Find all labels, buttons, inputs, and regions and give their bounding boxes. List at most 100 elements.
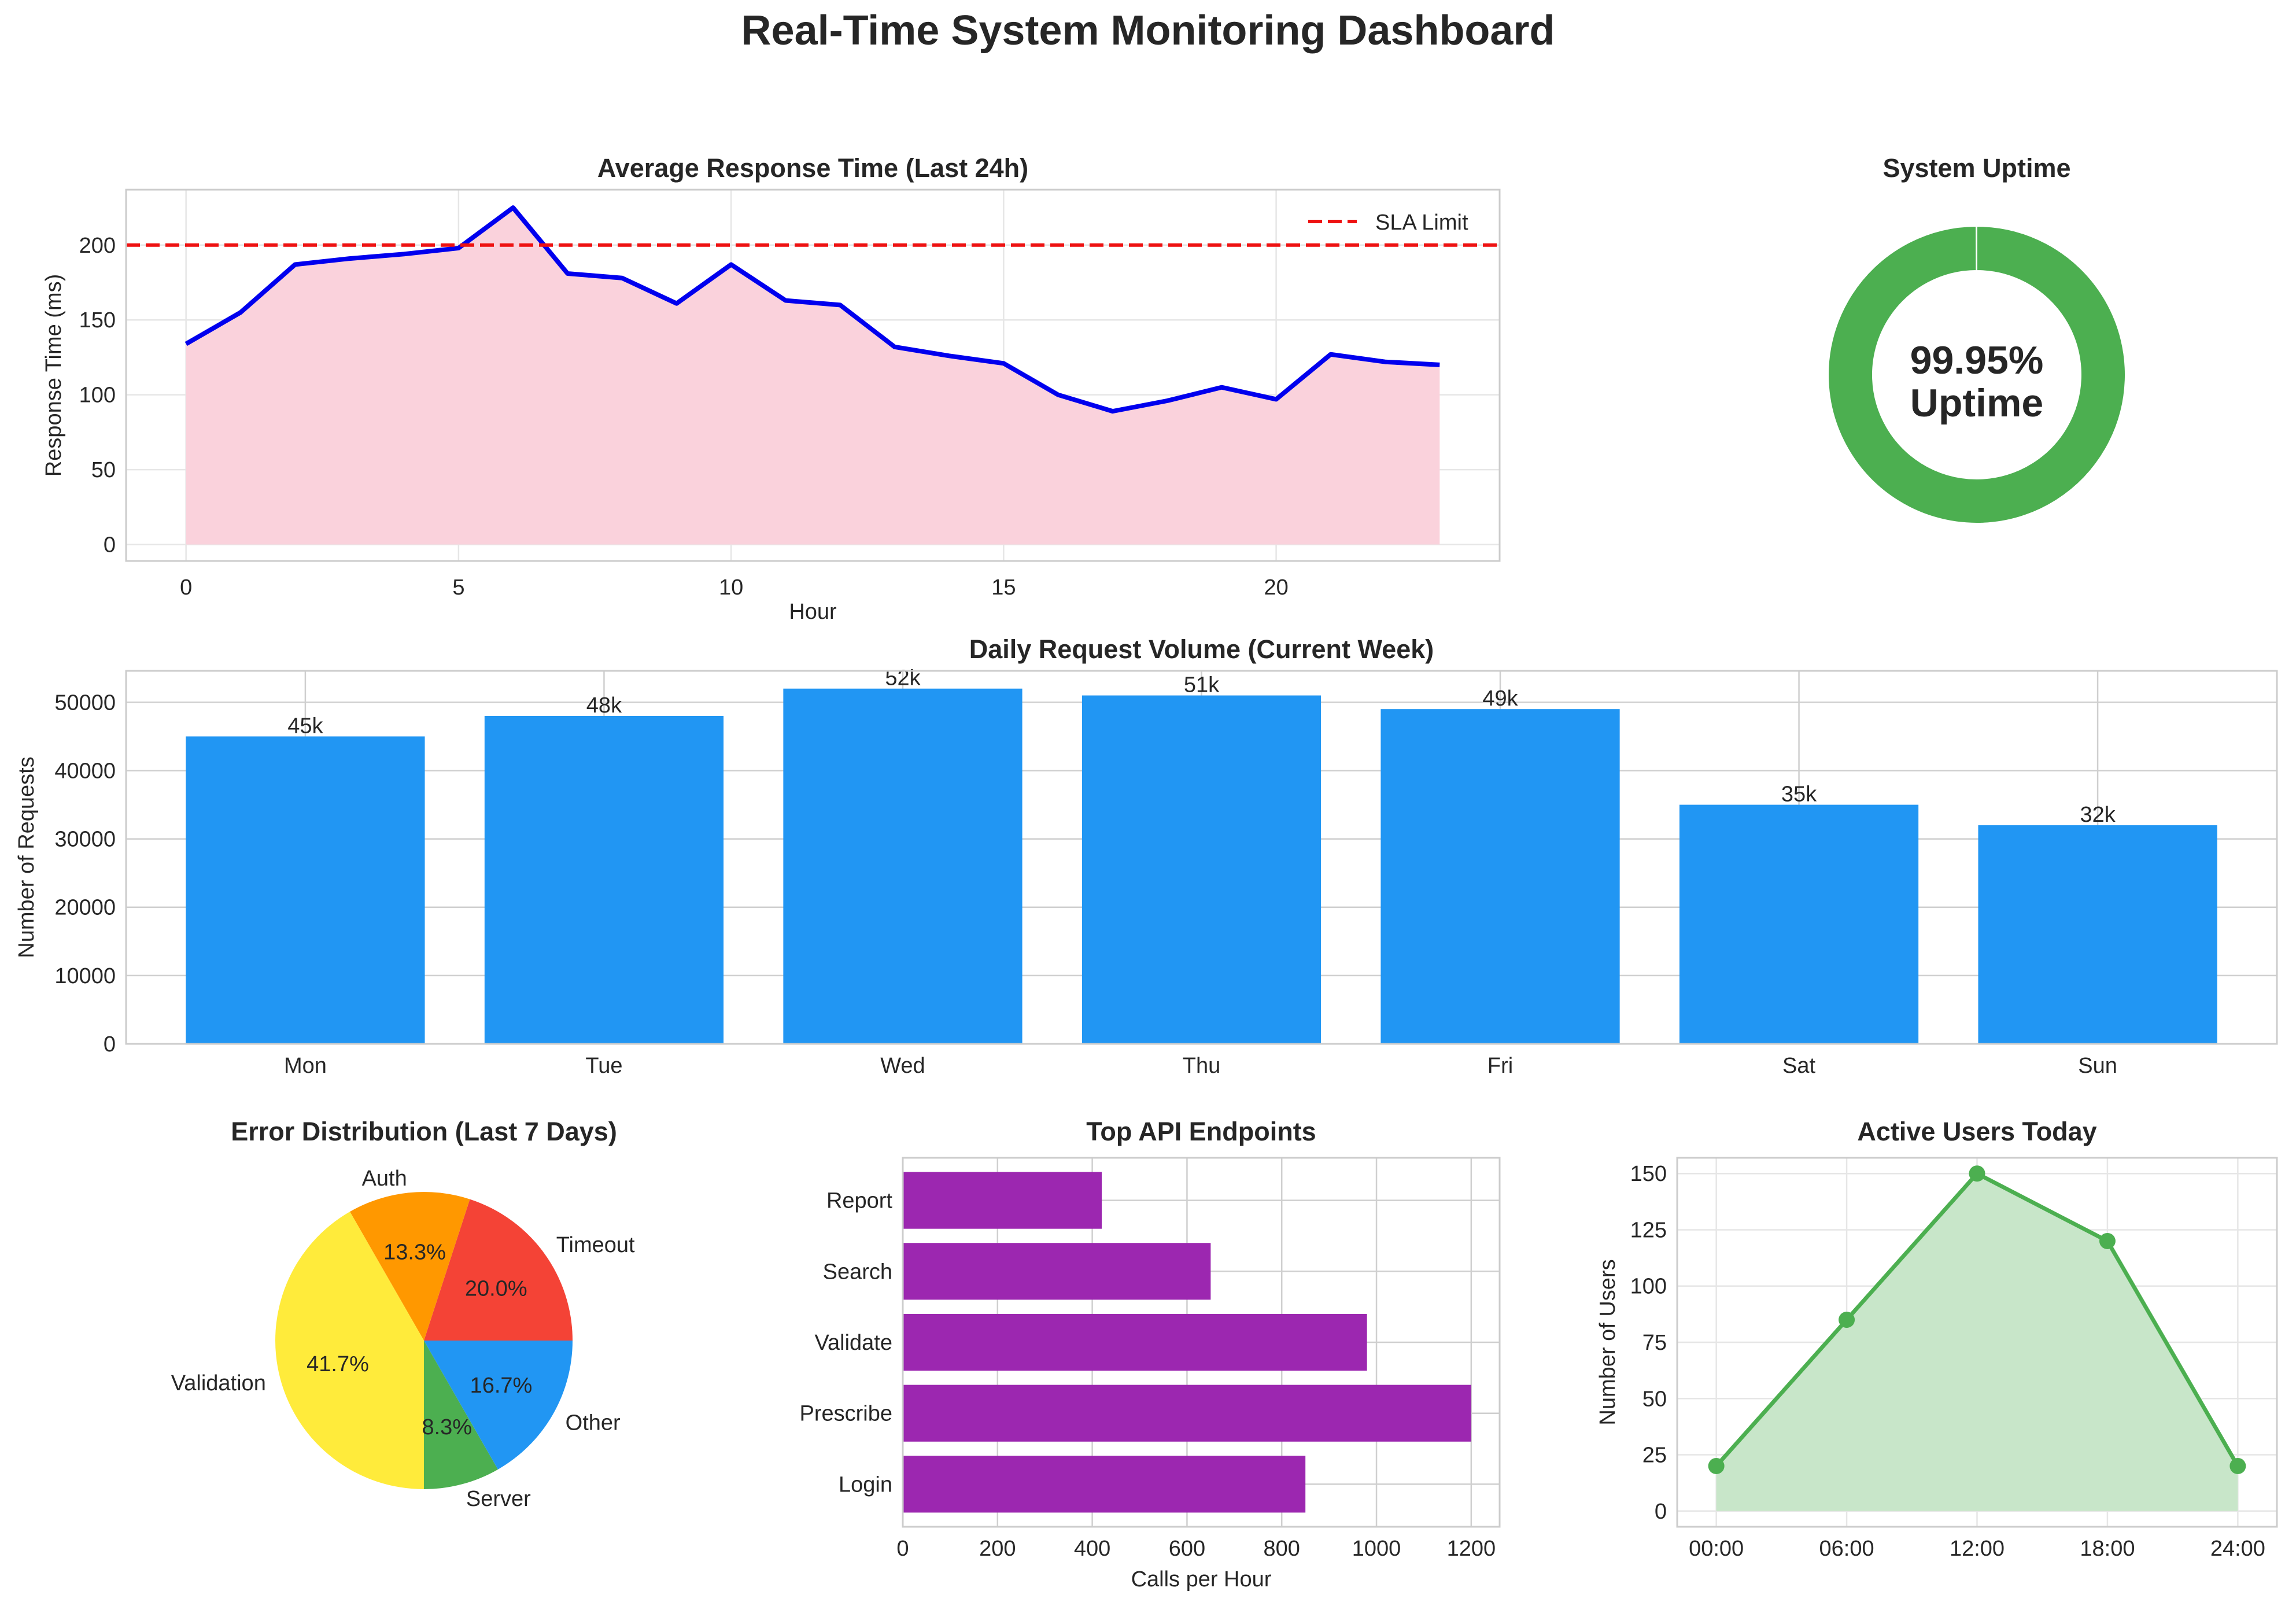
bar-value-label: 35k	[1781, 782, 1817, 807]
x-tick-label: 06:00	[1819, 1537, 1874, 1561]
endpoint-bar	[903, 1243, 1211, 1300]
y-axis-label: Response Time (ms)	[42, 274, 66, 477]
bar-value-label: 32k	[2080, 803, 2116, 827]
y-tick-label: 0	[1655, 1500, 1667, 1524]
x-tick-label: Wed	[880, 1054, 925, 1078]
api-endpoints-bar-chart: 0 200 400 600 800 1000 1200 Login Prescribe Valid…	[800, 1117, 1501, 1592]
endpoint-bar	[903, 1456, 1306, 1513]
uptime-donut-chart: 99.95%Uptime System Uptime	[1827, 153, 2126, 524]
x-tick-label: 15	[991, 575, 1016, 600]
x-tick-label: Fri	[1487, 1054, 1513, 1078]
x-tick-label: Thu	[1183, 1054, 1220, 1078]
dashboard-canvas: 0 5 10 15 20050100150200SLA LimitAverage Res…	[14, 153, 2278, 1592]
y-tick-label: 10000	[54, 964, 116, 988]
x-tick-label: 800	[1264, 1537, 1300, 1561]
slice-percent-label: 20.0%	[465, 1276, 527, 1301]
x-tick-label: 12:00	[1950, 1537, 2005, 1561]
slice-category-label: Timeout	[556, 1233, 635, 1257]
chart-title: Average Response Time (Last 24h)	[597, 153, 1028, 183]
active-users-point	[1969, 1165, 1985, 1182]
active-users-point	[1839, 1312, 1855, 1328]
request-bar	[1978, 825, 2217, 1044]
legend-sla-label: SLA Limit	[1375, 211, 1468, 235]
y-tick-label: 150	[1630, 1162, 1667, 1186]
chart-title: Active Users Today	[1857, 1117, 2096, 1146]
y-tick-label: Search	[823, 1260, 892, 1284]
x-tick-label: 1000	[1352, 1537, 1401, 1561]
x-tick-label: 1200	[1447, 1537, 1496, 1561]
chart-title: System Uptime	[1882, 153, 2070, 183]
slice-category-label: Other	[566, 1411, 621, 1435]
x-axis-label: Hour	[789, 600, 837, 624]
y-tick-label: 200	[79, 234, 116, 258]
y-tick-label: 50	[91, 458, 116, 482]
error-distribution-pie-chart: 20.0% Timeout 13.3% Auth 41.7% Validation 8.3%…	[171, 1117, 635, 1511]
endpoint-bar	[903, 1313, 1367, 1371]
x-tick-label: 5	[452, 575, 464, 600]
response-time-chart: 0 5 10 15 20050100150200SLA LimitAverage Res…	[42, 153, 1501, 624]
x-tick-label: Sat	[1782, 1054, 1815, 1078]
y-axis-label: Number of Users	[1596, 1259, 1620, 1425]
y-tick-label: 150	[79, 308, 116, 333]
x-tick-label: 24:00	[2210, 1537, 2265, 1561]
y-tick-label: 0	[104, 1032, 116, 1057]
uptime-label: Uptime	[1910, 381, 2043, 425]
bar-value-label: 45k	[287, 714, 323, 738]
endpoint-bar	[903, 1385, 1471, 1442]
slice-percent-label: 8.3%	[422, 1415, 472, 1439]
y-tick-label: Prescribe	[800, 1402, 893, 1426]
request-bar	[1081, 695, 1322, 1044]
bar-value-label: 51k	[1184, 673, 1220, 697]
slice-category-label: Validation	[171, 1371, 266, 1395]
active-users-point	[1708, 1457, 1725, 1474]
uptime-ring-segment	[1976, 225, 1977, 272]
x-tick-label: 0	[896, 1537, 909, 1561]
y-tick-label: 100	[1630, 1275, 1667, 1299]
request-bar	[1679, 804, 1919, 1044]
x-tick-label: 10	[719, 575, 743, 600]
daily-request-bar-chart: 0 10000 20000 30000 40000 50000 45k Mon 48k Tue 52…	[14, 634, 2278, 1078]
bar-value-label: 48k	[586, 693, 622, 718]
request-bar	[186, 736, 425, 1044]
x-tick-label: Tue	[585, 1054, 622, 1078]
y-tick-label: Report	[826, 1189, 892, 1213]
active-users-point	[2229, 1457, 2246, 1474]
chart-title: Error Distribution (Last 7 Days)	[231, 1117, 617, 1146]
y-tick-label: 25	[1642, 1443, 1667, 1468]
active-users-point	[2099, 1232, 2116, 1249]
slice-category-label: Auth	[362, 1166, 407, 1191]
request-bar	[783, 688, 1023, 1044]
y-tick-label: Validate	[814, 1331, 892, 1355]
x-tick-label: 600	[1169, 1537, 1205, 1561]
endpoint-bar	[903, 1172, 1102, 1229]
y-tick-label: 40000	[54, 759, 116, 783]
x-tick-label: 0	[180, 575, 192, 600]
y-tick-label: Login	[839, 1472, 892, 1497]
chart-title: Daily Request Volume (Current Week)	[969, 634, 1434, 664]
x-tick-label: 18:00	[2080, 1537, 2135, 1561]
y-tick-label: 125	[1630, 1218, 1667, 1242]
y-tick-label: 75	[1642, 1331, 1667, 1355]
active-users-chart: 0 25 50 75 100 125 150 00:00 06:00 12:00 18:00 24:0…	[1596, 1117, 2278, 1561]
y-tick-label: 20000	[54, 896, 116, 920]
y-tick-label: 50000	[54, 691, 116, 715]
slice-percent-label: 13.3%	[383, 1241, 446, 1265]
y-tick-label: 100	[79, 383, 116, 408]
slice-category-label: Server	[466, 1487, 531, 1511]
y-axis-label: Number of Requests	[14, 756, 39, 958]
y-tick-label: 50	[1642, 1387, 1667, 1411]
x-tick-label: 200	[979, 1537, 1016, 1561]
y-tick-label: 30000	[54, 828, 116, 852]
y-tick-label: 0	[104, 533, 116, 558]
slice-percent-label: 16.7%	[470, 1374, 533, 1398]
x-tick-label: Sun	[2078, 1054, 2117, 1078]
x-tick-label: 00:00	[1689, 1537, 1744, 1561]
bar-value-label: 52k	[885, 666, 921, 691]
x-tick-label: 20	[1264, 575, 1288, 600]
x-axis-label: Calls per Hour	[1131, 1567, 1272, 1592]
x-tick-label: 400	[1074, 1537, 1110, 1561]
chart-title: Top API Endpoints	[1086, 1117, 1316, 1146]
uptime-value: 99.95%	[1910, 338, 2044, 382]
request-bar	[484, 715, 724, 1044]
request-bar	[1380, 709, 1620, 1044]
